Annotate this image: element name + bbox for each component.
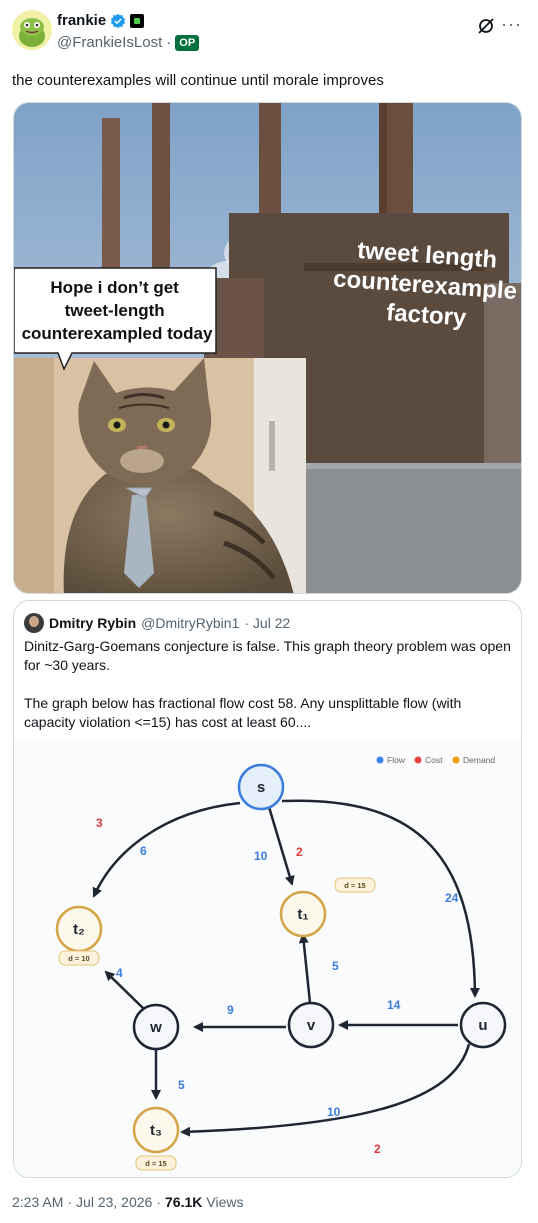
speech-bubble-line-1: Hope i don’t get	[50, 278, 179, 297]
demand-t2: d = 10	[68, 954, 89, 963]
legend-cost-label: Cost	[425, 755, 443, 765]
quoted-tweet[interactable]: Dmitry Rybin @DmitryRybin1 · Jul 22 Dini…	[13, 600, 522, 1178]
more-options-icon[interactable]: ···	[501, 14, 522, 35]
edge-s-t1-cost: 2	[296, 845, 303, 859]
grok-icon[interactable]	[476, 16, 496, 36]
quoted-tweet-header: Dmitry Rybin @DmitryRybin1 · Jul 22	[24, 613, 290, 633]
demand-t1: d = 15	[344, 881, 365, 890]
node-u-label: u	[478, 1017, 487, 1034]
quoted-graph-image[interactable]: Flow Cost Demand 3 6 10 2 24 4 5 9 14 5 …	[14, 741, 521, 1177]
edge-w-t2-flow: 4	[116, 966, 123, 980]
tweet-header: frankie @FrankieIsLost · OP ···	[12, 8, 526, 58]
node-s-label: s	[257, 779, 265, 796]
factory-label-line-3: factory	[385, 299, 467, 332]
edge-v-t1	[298, 933, 312, 1004]
quoted-text: Dinitz-Garg-Goemans conjecture is false.…	[24, 637, 514, 751]
legend-demand-label: Demand	[463, 755, 495, 765]
node-t2-label: t₂	[73, 921, 85, 938]
speech-bubble-line-2: tweet-length	[65, 301, 165, 320]
name-row: frankie	[57, 12, 145, 29]
tweet-text: the counterexamples will continue until …	[12, 72, 384, 89]
views-label: Views	[206, 1194, 244, 1210]
tweet-image[interactable]: tweet length counterexample factory Hope…	[13, 102, 522, 594]
affiliation-badge-icon[interactable]	[130, 13, 145, 28]
op-badge: OP	[175, 34, 200, 51]
edge-s-t2-flow: 6	[140, 844, 147, 858]
edge-u-t3	[180, 1043, 471, 1137]
edge-s-t2	[92, 801, 241, 898]
legend-cost-swatch	[414, 756, 422, 764]
footer-separator: ·	[156, 1194, 162, 1210]
graph-legend: Flow Cost Demand	[376, 755, 495, 765]
handle-row: @FrankieIsLost · OP	[57, 34, 200, 51]
node-v-label: v	[307, 1017, 316, 1034]
edge-u-v-flow: 14	[387, 998, 401, 1012]
edge-v-t1-flow: 5	[332, 959, 339, 973]
quoted-date[interactable]: · Jul 22	[244, 615, 290, 631]
edge-w-t3-flow: 5	[178, 1078, 185, 1092]
edge-s-t1	[267, 806, 295, 886]
quoted-paragraph-2: The graph below has fractional flow cost…	[24, 695, 462, 730]
handle-separator: ·	[166, 34, 172, 51]
tweet-date[interactable]: Jul 23, 2026	[76, 1194, 152, 1210]
footer-separator: ·	[67, 1194, 73, 1210]
edge-w-t2	[104, 970, 145, 1010]
legend-flow-label: Flow	[387, 755, 406, 765]
handle[interactable]: @FrankieIsLost	[57, 34, 162, 51]
edge-v-w-flow: 9	[227, 1003, 234, 1017]
node-t3-label: t₃	[150, 1122, 162, 1139]
quoted-display-name[interactable]: Dmitry Rybin	[49, 615, 136, 631]
edge-s-t2-cost: 3	[96, 816, 103, 830]
node-t1-label: t₁	[297, 906, 308, 923]
quoted-avatar[interactable]	[24, 613, 44, 633]
avatar[interactable]	[12, 10, 52, 50]
verified-badge-icon	[111, 13, 126, 28]
legend-flow-swatch	[376, 756, 384, 764]
views-count[interactable]: 76.1K	[165, 1194, 202, 1210]
quoted-paragraph-1: Dinitz-Garg-Goemans conjecture is false.…	[24, 638, 511, 673]
node-w-label: w	[149, 1019, 162, 1036]
tweet-time[interactable]: 2:23 AM	[12, 1194, 63, 1210]
display-name[interactable]: frankie	[57, 12, 106, 29]
tweet-footer: 2:23 AM · Jul 23, 2026 · 76.1K Views	[12, 1194, 243, 1210]
edge-u-t3-flow: 10	[327, 1105, 341, 1119]
speech-bubble-line-3: counterexampled today	[22, 324, 213, 343]
demand-t3: d = 15	[145, 1159, 166, 1168]
edge-s-t1-flow: 10	[254, 849, 268, 863]
legend-demand-swatch	[452, 756, 460, 764]
quoted-handle[interactable]: @DmitryRybin1	[141, 615, 239, 631]
edge-s-u-flow: 24	[445, 891, 459, 905]
edge-u-t3-cost: 2	[374, 1142, 381, 1156]
